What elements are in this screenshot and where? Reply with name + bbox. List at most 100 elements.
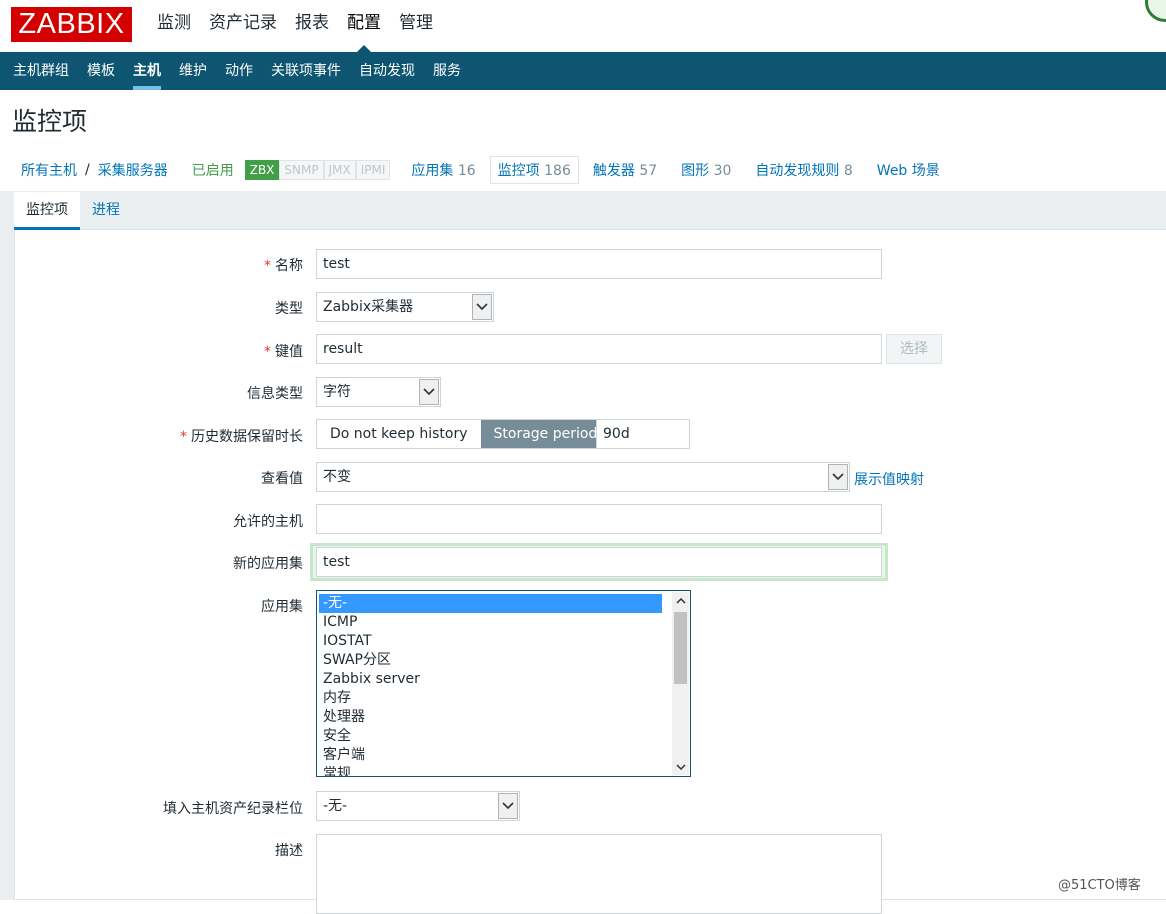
new-application-input[interactable]: test [316,547,882,577]
tab-count: 186 [544,163,571,179]
jmx-badge: JMX [323,160,356,180]
chevron-down-icon [472,294,492,320]
value-map-select[interactable]: 不变 [316,462,850,492]
key-input[interactable]: result [316,334,882,364]
host-tab-triggers[interactable]: 触发器 57 [593,160,657,180]
no-history-option[interactable]: Do not keep history [317,420,481,448]
page-title: 监控项 [12,107,88,136]
new-application-label: 新的应用集 [233,556,303,572]
name-label: * 名称 [264,255,303,275]
subnav-services[interactable]: 服务 [424,52,470,90]
form-tabs: 监控项 进程 [14,192,132,230]
select-value: -无- [323,798,348,814]
host-status[interactable]: 已启用 [192,160,234,180]
select-value: 不变 [323,469,351,485]
description-textarea[interactable] [316,834,882,914]
host-tab-discovery-rules[interactable]: 自动发现规则 8 [755,160,852,180]
tab-count: 16 [457,163,476,179]
tab-label: 应用集 [411,163,454,179]
availability-badges: ZBX SNMP JMX IPMI [244,160,391,180]
subnav-templates[interactable]: 模板 [78,52,124,90]
tab-preprocessing[interactable]: 进程 [80,192,132,230]
tab-label: Web 场景 [876,163,940,179]
tab-label: 触发器 [592,163,635,179]
show-value-mappings-link[interactable]: 展示值映射 [854,469,924,489]
description-label: 描述 [275,843,303,859]
zbx-badge: ZBX [244,160,280,180]
tab-count: 57 [639,163,658,179]
subnav-actions[interactable]: 动作 [216,52,262,90]
required-mark: * [264,344,271,360]
tab-label: 监控项 [497,163,540,179]
application-option[interactable]: 客户端 [317,746,690,765]
application-option[interactable]: 内存 [317,689,690,708]
key-label: * 键值 [264,341,303,361]
info-type-label: 信息类型 [247,386,303,402]
host-tab-web-scenarios[interactable]: Web 场景 [877,160,940,180]
select-key-button[interactable]: 选择 [886,334,942,364]
nav-administration[interactable]: 管理 [390,0,442,52]
required-mark: * [264,258,271,274]
application-option[interactable]: SWAP分区 [317,651,690,670]
chevron-down-icon [419,379,439,405]
host-tab-applications[interactable]: 应用集 16 [411,160,475,180]
chevron-down-icon [498,793,518,819]
watermark: @51CTO博客 [1058,878,1141,893]
chevron-down-icon [828,464,848,490]
application-option[interactable]: Zabbix server [317,670,690,689]
allowed-hosts-input[interactable] [316,504,882,534]
inventory-field-select[interactable]: -无- [316,791,520,821]
scroll-up-icon[interactable] [672,592,689,609]
main-nav: 监测 资产记录 报表 配置 管理 [148,0,442,52]
label-text: 键值 [275,344,303,360]
applications-listbox[interactable]: -无- ICMP IOSTAT SWAP分区 Zabbix server 内存 … [316,590,691,777]
storage-period-option[interactable]: Storage period [480,420,611,448]
nav-reports[interactable]: 报表 [286,0,338,52]
ipmi-badge: IPMI [355,160,391,180]
tab-count: 8 [843,163,853,179]
history-period-input[interactable]: 90d [596,419,690,449]
nav-inventory[interactable]: 资产记录 [200,0,286,52]
name-input[interactable]: test [316,249,882,279]
subnav-discovery[interactable]: 自动发现 [350,52,424,90]
type-select[interactable]: Zabbix采集器 [316,292,494,322]
breadcrumb-separator: / [85,162,90,178]
history-mode-toggle: Do not keep history Storage period [316,419,612,449]
tab-item[interactable]: 监控项 [14,192,80,230]
subnav-maintenance[interactable]: 维护 [170,52,216,90]
history-label: * 历史数据保留时长 [180,426,303,446]
scrollbar-thumb[interactable] [674,612,687,684]
scroll-down-icon[interactable] [672,758,689,775]
subnav-correlation[interactable]: 关联项事件 [262,52,350,90]
subnav-hosts[interactable]: 主机 [124,52,170,90]
nav-configuration[interactable]: 配置 [338,0,390,52]
all-hosts-link[interactable]: 所有主机 [21,160,77,180]
nav-monitoring[interactable]: 监测 [148,0,200,52]
zabbix-logo[interactable]: ZABBIX [11,7,132,42]
info-type-select[interactable]: 字符 [316,377,441,407]
label-text: 名称 [275,258,303,274]
show-value-label: 查看值 [261,471,303,487]
tab-label: 自动发现规则 [755,163,840,179]
label-text: 历史数据保留时长 [191,429,303,445]
application-option[interactable]: 处理器 [317,708,690,727]
listbox-scrollbar[interactable] [672,592,689,775]
type-label: 类型 [275,301,303,317]
host-name-link[interactable]: 采集服务器 [98,160,168,180]
applications-label: 应用集 [261,599,303,615]
application-option[interactable]: ICMP [317,613,690,632]
host-tab-items[interactable]: 监控项 186 [489,156,579,184]
select-value: Zabbix采集器 [323,299,414,315]
subnav-host-groups[interactable]: 主机群组 [4,52,78,90]
select-value: 字符 [323,384,351,400]
application-option[interactable]: IOSTAT [317,632,690,651]
application-option[interactable]: 常规 [317,765,690,776]
sub-nav: 主机群组 模板 主机 维护 动作 关联项事件 自动发现 服务 [0,52,1166,90]
snmp-badge: SNMP [279,160,324,180]
application-option[interactable]: -无- [319,594,662,613]
tab-count: 30 [713,163,732,179]
application-option[interactable]: 安全 [317,727,690,746]
required-mark: * [180,429,187,445]
host-tab-graphs[interactable]: 图形 30 [681,160,731,180]
allowed-hosts-label: 允许的主机 [233,514,303,530]
